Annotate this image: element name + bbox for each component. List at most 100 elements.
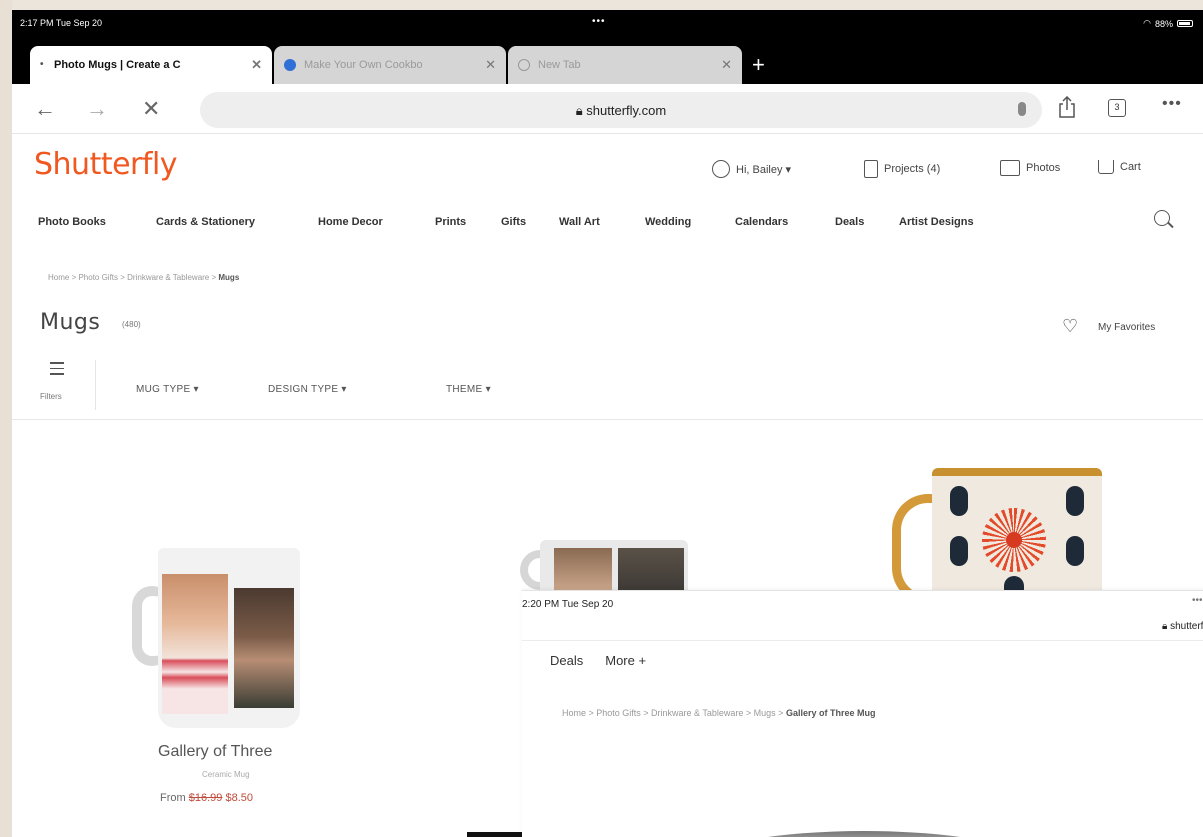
mug-pattern-petal xyxy=(1066,536,1084,566)
cart-icon xyxy=(1098,160,1114,174)
browser-toolbar: ← → ✕ 🔒︎ shutterfly.com 3 ••• xyxy=(12,84,1203,134)
tab-cookbook[interactable]: Make Your Own Cookbo ✕ xyxy=(274,46,506,84)
tab-label: Photo Mugs | Create a C xyxy=(54,59,181,71)
filters-button[interactable]: Filters xyxy=(36,360,96,410)
product-name[interactable]: Gallery of Three xyxy=(158,743,272,761)
cart-link[interactable]: Cart xyxy=(1098,160,1141,174)
account-label: Hi, Bailey ▾ xyxy=(736,163,792,176)
forward-arrow-icon[interactable]: → xyxy=(86,98,108,120)
nav-calendars[interactable]: Calendars xyxy=(735,216,835,228)
overlay-url-value: shutterfly xyxy=(1170,621,1203,632)
new-tab-button[interactable]: + xyxy=(752,52,765,78)
nav-home-decor[interactable]: Home Decor xyxy=(318,216,435,228)
dark-edge xyxy=(467,832,522,837)
product-subtitle: Ceramic Mug xyxy=(202,770,250,779)
filters-label: Filters xyxy=(40,392,62,401)
page-title: Mugs xyxy=(40,310,101,335)
address-bar[interactable]: 🔒︎ shutterfly.com xyxy=(200,92,1042,128)
nav-photo-books[interactable]: Photo Books xyxy=(38,216,156,228)
background-surface xyxy=(0,0,12,837)
breadcrumb-current: Gallery of Three Mug xyxy=(785,708,876,718)
tablet-screen: 2:17 PM Tue Sep 20 ••• ◠ 88% • Photo Mug… xyxy=(12,10,1203,837)
nav-gifts[interactable]: Gifts xyxy=(501,216,559,228)
close-icon[interactable]: ✕ xyxy=(485,57,496,73)
overlay-nav: Deals More + xyxy=(550,653,646,668)
microphone-icon[interactable] xyxy=(1018,102,1026,116)
price-sale: $8.50 xyxy=(225,792,253,804)
projects-link[interactable]: Projects (4) xyxy=(864,160,940,178)
mug-body xyxy=(540,540,688,590)
result-count: (480) xyxy=(122,320,141,329)
url-text: 🔒︎ shutterfly.com xyxy=(200,103,1042,119)
overlay-mug-image xyxy=(704,831,1024,837)
breadcrumb-path[interactable]: Home > Photo Gifts > Drinkware & Tablewa… xyxy=(562,708,786,718)
product-image-retro-sun-mug[interactable] xyxy=(892,468,1102,604)
battery-icon xyxy=(1177,20,1193,27)
mug-body xyxy=(158,548,300,728)
lock-icon: 🔒︎ xyxy=(575,103,587,118)
mug-body xyxy=(932,468,1102,590)
site-favicon-icon xyxy=(284,59,296,71)
overlay-multitask-dots-icon: ••• xyxy=(1192,595,1203,606)
tab-label: Make Your Own Cookbo xyxy=(304,59,423,71)
account-menu[interactable]: Hi, Bailey ▾ xyxy=(712,160,791,178)
overlay-nav-deals[interactable]: Deals xyxy=(550,653,583,668)
mug-pattern-petal xyxy=(950,486,968,516)
clipboard-icon xyxy=(864,160,878,178)
breadcrumb-path[interactable]: Home > Photo Gifts > Drinkware & Tablewa… xyxy=(48,273,218,282)
mug-photo xyxy=(618,548,684,590)
nav-wedding[interactable]: Wedding xyxy=(645,216,735,228)
mug-photo xyxy=(554,548,612,590)
overlay-url: 🔒︎ shutterfly xyxy=(1162,621,1203,632)
user-icon xyxy=(712,160,730,178)
more-menu-icon[interactable]: ••• xyxy=(1162,95,1182,113)
tabs-overview-icon[interactable]: 3 xyxy=(1108,99,1126,117)
mug-photo-child xyxy=(162,574,228,714)
status-time: 2:17 PM Tue Sep 20 xyxy=(20,18,103,28)
breadcrumb: Home > Photo Gifts > Drinkware & Tablewa… xyxy=(48,273,239,282)
share-icon[interactable] xyxy=(1058,96,1076,118)
close-icon[interactable]: ✕ xyxy=(251,57,262,73)
my-favorites-link[interactable]: My Favorites xyxy=(1098,322,1155,333)
overlay-breadcrumb: Home > Photo Gifts > Drinkware & Tablewa… xyxy=(562,708,875,718)
nav-deals[interactable]: Deals xyxy=(835,216,899,228)
design-type-dropdown[interactable]: DESIGN TYPE ▾ xyxy=(268,384,347,395)
mug-type-dropdown[interactable]: MUG TYPE ▾ xyxy=(136,384,199,395)
mug-pattern-petal xyxy=(950,536,968,566)
projects-label: Projects (4) xyxy=(884,163,941,175)
search-icon[interactable] xyxy=(1154,210,1170,226)
multitask-dots-icon[interactable]: ••• xyxy=(592,16,606,27)
product-image-gallery-of-three[interactable] xyxy=(132,548,322,733)
heart-icon[interactable]: ♡ xyxy=(1062,316,1078,337)
tab-strip: • Photo Mugs | Create a C ✕ Make Your Ow… xyxy=(12,36,1203,84)
cart-label: Cart xyxy=(1120,161,1141,173)
tab-loading-icon: • xyxy=(40,59,44,70)
mug-photo-family xyxy=(234,588,294,708)
product-price: From $16.99 $8.50 xyxy=(160,792,253,804)
price-prefix: From xyxy=(160,792,189,804)
product-image-photo-mug[interactable] xyxy=(520,540,690,590)
close-icon[interactable]: ✕ xyxy=(721,57,732,73)
globe-icon xyxy=(518,59,530,71)
overlay-status-time: 2:20 PM Tue Sep 20 xyxy=(522,599,614,610)
photos-link[interactable]: Photos xyxy=(1000,160,1060,176)
nav-cards-stationery[interactable]: Cards & Stationery xyxy=(156,216,318,228)
nav-wall-art[interactable]: Wall Art xyxy=(559,216,645,228)
status-bar: 2:17 PM Tue Sep 20 ••• ◠ 88% xyxy=(12,10,1203,36)
mug-pattern-petal xyxy=(1004,576,1024,590)
theme-dropdown[interactable]: THEME ▾ xyxy=(446,384,491,395)
nav-artist-designs[interactable]: Artist Designs xyxy=(899,216,1009,228)
overlay-nav-more[interactable]: More + xyxy=(605,653,646,668)
breadcrumb-current: Mugs xyxy=(218,273,240,282)
battery-indicator: ◠ 88% xyxy=(1143,18,1193,29)
nav-prints[interactable]: Prints xyxy=(435,216,501,228)
lock-icon: 🔒︎ xyxy=(1162,621,1171,632)
filter-bar: Filters MUG TYPE ▾ DESIGN TYPE ▾ THEME ▾ xyxy=(12,350,1203,420)
wifi-icon: ◠ xyxy=(1143,18,1151,28)
back-arrow-icon[interactable]: ← xyxy=(34,98,56,120)
tab-photo-mugs[interactable]: • Photo Mugs | Create a C ✕ xyxy=(30,46,272,84)
shutterfly-logo[interactable]: Shutterfly xyxy=(34,147,178,182)
tab-new-tab[interactable]: New Tab ✕ xyxy=(508,46,742,84)
url-value: shutterfly.com xyxy=(586,103,667,118)
stop-loading-icon[interactable]: ✕ xyxy=(142,98,160,120)
